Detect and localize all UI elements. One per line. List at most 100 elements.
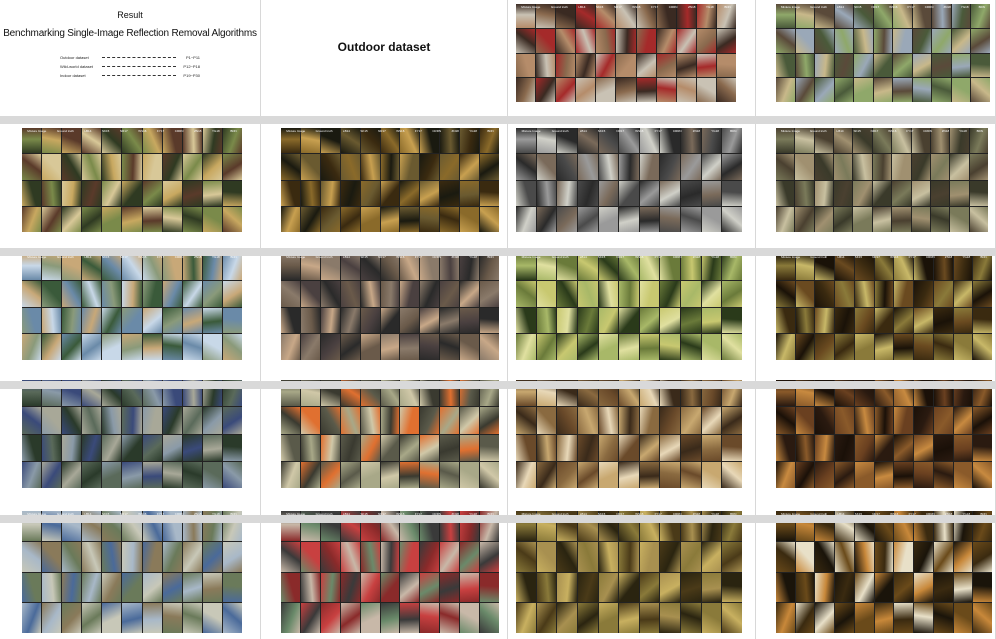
result-thumbnail	[971, 53, 990, 78]
thumbnail-panel[interactable]: Mixture ImageGround truthLB14SK15NR17WS1…	[776, 511, 992, 633]
result-thumbnail	[300, 434, 320, 461]
result-thumbnail	[380, 154, 400, 180]
result-thumbnail	[320, 206, 340, 232]
result-thumbnail	[639, 461, 660, 488]
result-thumbnail	[62, 541, 82, 572]
result-thumbnail	[420, 154, 440, 180]
result-thumbnail	[911, 154, 930, 180]
method-header: YG18	[469, 128, 477, 133]
panel-cell: Mixture ImageGround truthLB14SK15NR17WS1…	[0, 240, 261, 366]
result-thumbnail	[619, 180, 639, 206]
result-thumbnail	[182, 206, 202, 232]
result-thumbnail	[122, 154, 142, 180]
result-thumbnail	[102, 461, 122, 488]
result-thumbnail	[380, 307, 400, 334]
result-thumbnail	[400, 307, 420, 334]
method-header: LB14	[84, 128, 92, 133]
result-thumbnail	[142, 180, 162, 206]
thumbnail-panel[interactable]: Mixture ImageGround truthLB14SK15NR17WS1…	[776, 254, 992, 360]
thumbnail-panel[interactable]: Mixture ImageGround truthLB14SK15NR17WS1…	[281, 511, 499, 633]
result-thumbnail	[932, 53, 951, 78]
thumbnail-panel[interactable]: Mixture ImageGround truthLB14SK15NR17WS1…	[22, 128, 242, 232]
result-thumbnail	[953, 541, 973, 572]
result-thumbnail	[62, 280, 82, 307]
result-thumbnail	[577, 154, 598, 180]
thumbnail-panel[interactable]: Mixture ImageGround truthLB14SK15NR17WS1…	[516, 4, 736, 102]
row-separator	[0, 248, 996, 256]
result-thumbnail	[460, 307, 480, 334]
result-thumbnail	[596, 53, 616, 78]
thumbnail-panel[interactable]: Mixture ImageGround truthLB14SK15NR17WS1…	[776, 128, 988, 232]
row-separator	[0, 116, 996, 124]
thumbnail-panel[interactable]: Mixture ImageGround truthLB14SK15NR17WS1…	[22, 380, 242, 488]
thumbnail-panel[interactable]: Mixture ImageGround truthLB14SK15NR17WS1…	[22, 511, 242, 633]
result-thumbnail	[577, 307, 598, 334]
result-thumbnail	[102, 280, 122, 307]
result-thumbnail	[340, 280, 360, 307]
method-header: ZN18	[688, 4, 696, 9]
result-thumbnail	[22, 572, 42, 603]
method-header: NR17	[613, 4, 622, 9]
method-header: LB14	[579, 128, 587, 133]
result-thumbnail	[536, 307, 557, 334]
thumbnail-panel[interactable]: Mixture ImageGround truthLB14SK15NR17WS1…	[516, 254, 742, 360]
thumbnail-panel[interactable]: Mixture ImageGround truthLB14SK15NR17WS1…	[516, 380, 742, 488]
result-thumbnail	[22, 307, 42, 334]
panel-cell: Mixture ImageGround truthLB14SK15NR17WS1…	[508, 0, 756, 116]
result-thumbnail	[598, 154, 619, 180]
result-thumbnail	[912, 78, 932, 102]
result-thumbnail	[894, 603, 914, 633]
result-thumbnail	[162, 154, 182, 180]
result-thumbnail	[142, 334, 162, 360]
method-header: NR17	[871, 4, 880, 9]
result-thumbnail	[380, 206, 400, 232]
result-thumbnail	[776, 280, 795, 307]
result-thumbnail	[892, 180, 911, 206]
result-thumbnail	[62, 180, 82, 206]
result-thumbnail	[300, 603, 320, 633]
result-thumbnail	[619, 334, 639, 360]
result-thumbnail	[619, 603, 639, 633]
method-header: CRRN	[923, 128, 932, 133]
method-header: ZN18	[943, 4, 951, 9]
result-thumbnail	[834, 206, 853, 232]
thumbnail-panel[interactable]: Mixture ImageGround truthLB14SK15NR17WS1…	[516, 128, 742, 232]
result-thumbnail	[598, 307, 619, 334]
thumbnail-panel[interactable]: Mixture ImageGround truthLB14SK15NR17WS1…	[281, 380, 499, 488]
result-thumbnail	[660, 334, 681, 360]
result-thumbnail	[894, 541, 914, 572]
result-thumbnail	[42, 461, 62, 488]
result-thumbnail	[82, 280, 102, 307]
result-thumbnail	[873, 78, 893, 102]
result-thumbnail	[598, 572, 619, 603]
result-thumbnail	[182, 407, 202, 434]
result-thumbnail	[795, 307, 815, 334]
result-thumbnail	[516, 407, 536, 434]
result-thumbnail	[722, 280, 742, 307]
result-thumbnail	[577, 334, 598, 360]
thumbnail-panel[interactable]: Mixture ImageGround truthLB14SK15NR17WS1…	[22, 254, 242, 360]
result-thumbnail	[82, 334, 102, 360]
result-thumbnail	[874, 334, 894, 360]
result-thumbnail	[973, 603, 992, 633]
legend-name: Indoor dataset	[60, 73, 86, 78]
result-thumbnail	[894, 407, 914, 434]
thumbnail-panel[interactable]: Mixture ImageGround truthLB14SK15NR17WS1…	[281, 254, 499, 360]
result-thumbnail	[577, 407, 598, 434]
result-thumbnail	[42, 280, 62, 307]
result-thumbnail	[619, 154, 639, 180]
result-thumbnail	[853, 154, 872, 180]
thumbnail-panel[interactable]: Mixture ImageGround truthLB14SK15NR17WS1…	[776, 4, 990, 102]
method-header: ZN18	[194, 128, 202, 133]
result-thumbnail	[340, 461, 360, 488]
thumbnail-panel[interactable]: Mixture ImageGround truthLB14SK15NR17WS1…	[776, 380, 992, 488]
result-thumbnail	[440, 407, 460, 434]
result-thumbnail	[162, 603, 182, 633]
result-thumbnail	[536, 180, 557, 206]
result-thumbnail	[440, 434, 460, 461]
result-thumbnail	[440, 206, 460, 232]
result-thumbnail	[380, 461, 400, 488]
thumbnail-panel[interactable]: Mixture ImageGround truthLB14SK15NR17WS1…	[516, 511, 742, 633]
thumbnail-panel[interactable]: Mixture ImageGround truthLB14SK15NR17WS1…	[281, 128, 499, 232]
result-thumbnail	[933, 280, 953, 307]
